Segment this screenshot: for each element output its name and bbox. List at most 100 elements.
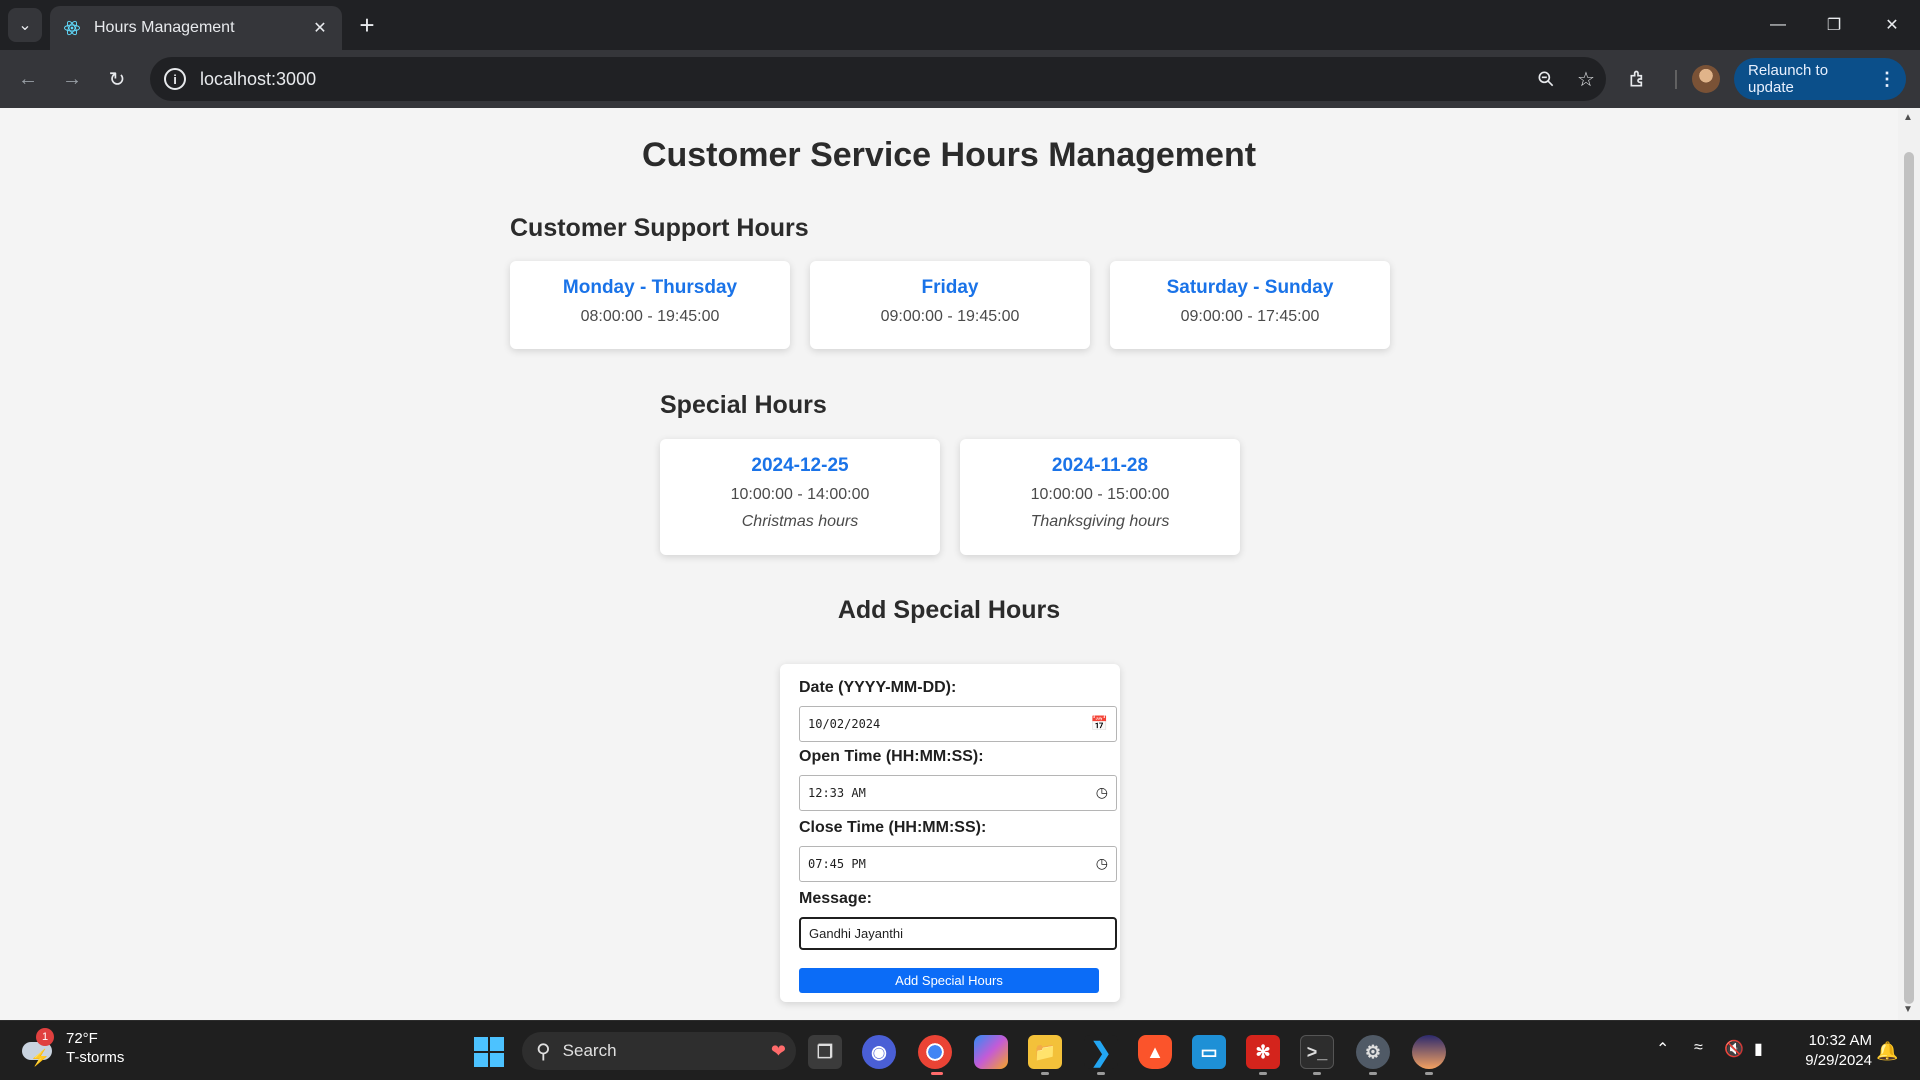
browser-tab-bar: ⌄ Hours Management ✕ + — ❐ ✕ [0,0,1920,50]
eclipse-indicator [1425,1072,1433,1075]
remote-desktop-icon[interactable]: ▭ [1192,1035,1226,1069]
profile-avatar[interactable] [1692,65,1720,93]
zoom-icon[interactable] [1526,59,1566,99]
system-clock[interactable]: 10:32 AM 9/29/2024 [1776,1031,1872,1071]
brave-icon[interactable]: ▲ [1138,1035,1172,1069]
settings-indicator [1369,1072,1377,1075]
special-hours-card: 2024-12-25 10:00:00 - 14:00:00 Christmas… [660,439,940,555]
support-hours-heading: Customer Support Hours [510,214,809,242]
acrobat-indicator [1259,1072,1267,1075]
volume-muted-icon[interactable]: 🔇 [1724,1039,1744,1059]
url-text: localhost:3000 [200,68,317,89]
browser-tab[interactable]: Hours Management ✕ [50,6,342,50]
date-input[interactable]: 10/02/2024 📅 [799,706,1117,742]
wifi-icon[interactable]: ≈ [1694,1039,1703,1057]
teams-chat-icon[interactable]: ◉ [862,1035,896,1069]
special-message: Thanksgiving hours [1030,513,1170,530]
browser-toolbar: ← → ↻ i localhost:3000 ☆ | Relaunch to u… [0,50,1920,108]
toolbar-divider: | [1673,67,1679,90]
close-time-input[interactable]: 07:45 PM ◷ [799,846,1117,882]
close-time-value: 07:45 PM [808,857,866,871]
add-special-hours-form: Date (YYYY-MM-DD): 10/02/2024 📅 Open Tim… [780,664,1120,1002]
search-highlight-icon: ❤ [770,1040,786,1061]
weather-widget[interactable]: ⚡ 1 72°F T-storms [20,1028,125,1067]
terminal-indicator [1313,1072,1321,1075]
support-time: 09:00:00 - 19:45:00 [880,308,1020,325]
copilot-icon[interactable] [974,1035,1008,1069]
chrome-icon[interactable] [918,1035,952,1069]
support-days: Monday - Thursday [562,277,738,298]
more-menu-icon[interactable]: ⋮ [1878,69,1896,90]
search-icon: ⚲ [536,1040,551,1063]
calendar-icon[interactable]: 📅 [1091,716,1108,732]
chevron-down-icon: ⌄ [18,17,32,34]
weather-temp: 72°F [66,1030,98,1047]
relaunch-button[interactable]: Relaunch to update ⋮ [1734,58,1906,100]
task-view-icon[interactable]: ❐ [808,1035,842,1069]
storm-icon: ⚡ 1 [20,1028,56,1067]
taskbar-search[interactable]: ⚲ Search ❤ [522,1032,796,1070]
restore-button[interactable]: ❐ [1806,0,1862,50]
page-scrollbar[interactable]: ▲ ▼ [1898,108,1920,1020]
notification-bell-icon[interactable]: 🔔 [1876,1041,1898,1062]
clock-date: 9/29/2024 [1805,1052,1872,1069]
terminal-icon[interactable]: >_ [1300,1035,1334,1069]
support-days: Friday [921,277,979,298]
eclipse-icon[interactable] [1412,1035,1446,1069]
support-hours-card: Friday 09:00:00 - 19:45:00 [810,261,1090,349]
settings-gear-icon[interactable]: ⚙ [1356,1035,1390,1069]
page-viewport: Customer Service Hours Management Custom… [0,108,1898,1020]
explorer-indicator [1041,1072,1049,1075]
open-time-value: 12:33 AM [808,786,866,800]
extensions-icon[interactable] [1622,63,1654,95]
special-time: 10:00:00 - 14:00:00 [730,486,870,503]
show-hidden-icons-chevron-icon[interactable]: ⌃ [1656,1039,1669,1059]
react-favicon-icon [62,18,82,38]
scroll-up-arrow-icon[interactable]: ▲ [1903,112,1913,123]
minimize-button[interactable]: — [1750,0,1806,50]
weather-desc: T-storms [66,1049,125,1066]
support-hours-card: Monday - Thursday 08:00:00 - 19:45:00 [510,261,790,349]
windows-start-icon[interactable] [474,1037,504,1067]
bookmark-star-icon[interactable]: ☆ [1566,59,1606,99]
battery-icon[interactable]: ▮ [1754,1039,1763,1059]
message-label: Message: [799,890,872,907]
support-time: 08:00:00 - 19:45:00 [580,308,720,325]
vscode-indicator [1097,1072,1105,1075]
windows-taskbar: ⚡ 1 72°F T-storms ⚲ Search ❤ ❐ ◉ 📁 ❯ ▲ ▭… [0,1020,1920,1080]
open-time-label: Open Time (HH:MM:SS): [799,748,984,765]
vscode-icon[interactable]: ❯ [1084,1035,1118,1069]
add-special-hours-button[interactable]: Add Special Hours [799,968,1099,993]
address-bar[interactable]: i localhost:3000 ☆ [150,57,1606,101]
forward-arrow-icon[interactable]: → [56,63,88,95]
tab-title: Hours Management [94,19,235,36]
date-value: 10/02/2024 [808,717,881,731]
support-hours-card: Saturday - Sunday 09:00:00 - 17:45:00 [1110,261,1390,349]
page-title: Customer Service Hours Management [641,136,1257,174]
file-explorer-icon[interactable]: 📁 [1028,1035,1062,1069]
message-input[interactable]: Gandhi Jayanthi [799,917,1117,950]
scroll-down-arrow-icon[interactable]: ▼ [1903,1004,1913,1015]
close-window-button[interactable]: ✕ [1864,0,1920,50]
special-message: Christmas hours [741,513,859,530]
reload-icon[interactable]: ↻ [101,63,133,95]
support-days: Saturday - Sunday [1166,277,1334,298]
site-info-icon[interactable]: i [164,68,186,90]
special-hours-heading: Special Hours [660,391,827,419]
open-time-input[interactable]: 12:33 AM ◷ [799,775,1117,811]
close-tab-icon[interactable]: ✕ [310,18,330,38]
special-hours-card: 2024-11-28 10:00:00 - 15:00:00 Thanksgiv… [960,439,1240,555]
scrollbar-thumb[interactable] [1904,152,1914,1004]
date-label: Date (YYYY-MM-DD): [799,679,957,696]
chrome-active-indicator [931,1072,943,1075]
acrobat-icon[interactable]: ✻ [1246,1035,1280,1069]
special-time: 10:00:00 - 15:00:00 [1030,486,1170,503]
clock-icon[interactable]: ◷ [1096,785,1108,801]
back-arrow-icon[interactable]: ← [12,63,44,95]
tab-search-button[interactable]: ⌄ [8,8,42,42]
search-label: Search [562,1041,617,1060]
clock-icon[interactable]: ◷ [1096,856,1108,872]
new-tab-button[interactable]: + [352,10,382,40]
support-time: 09:00:00 - 17:45:00 [1180,308,1320,325]
special-date: 2024-11-28 [1051,455,1149,476]
